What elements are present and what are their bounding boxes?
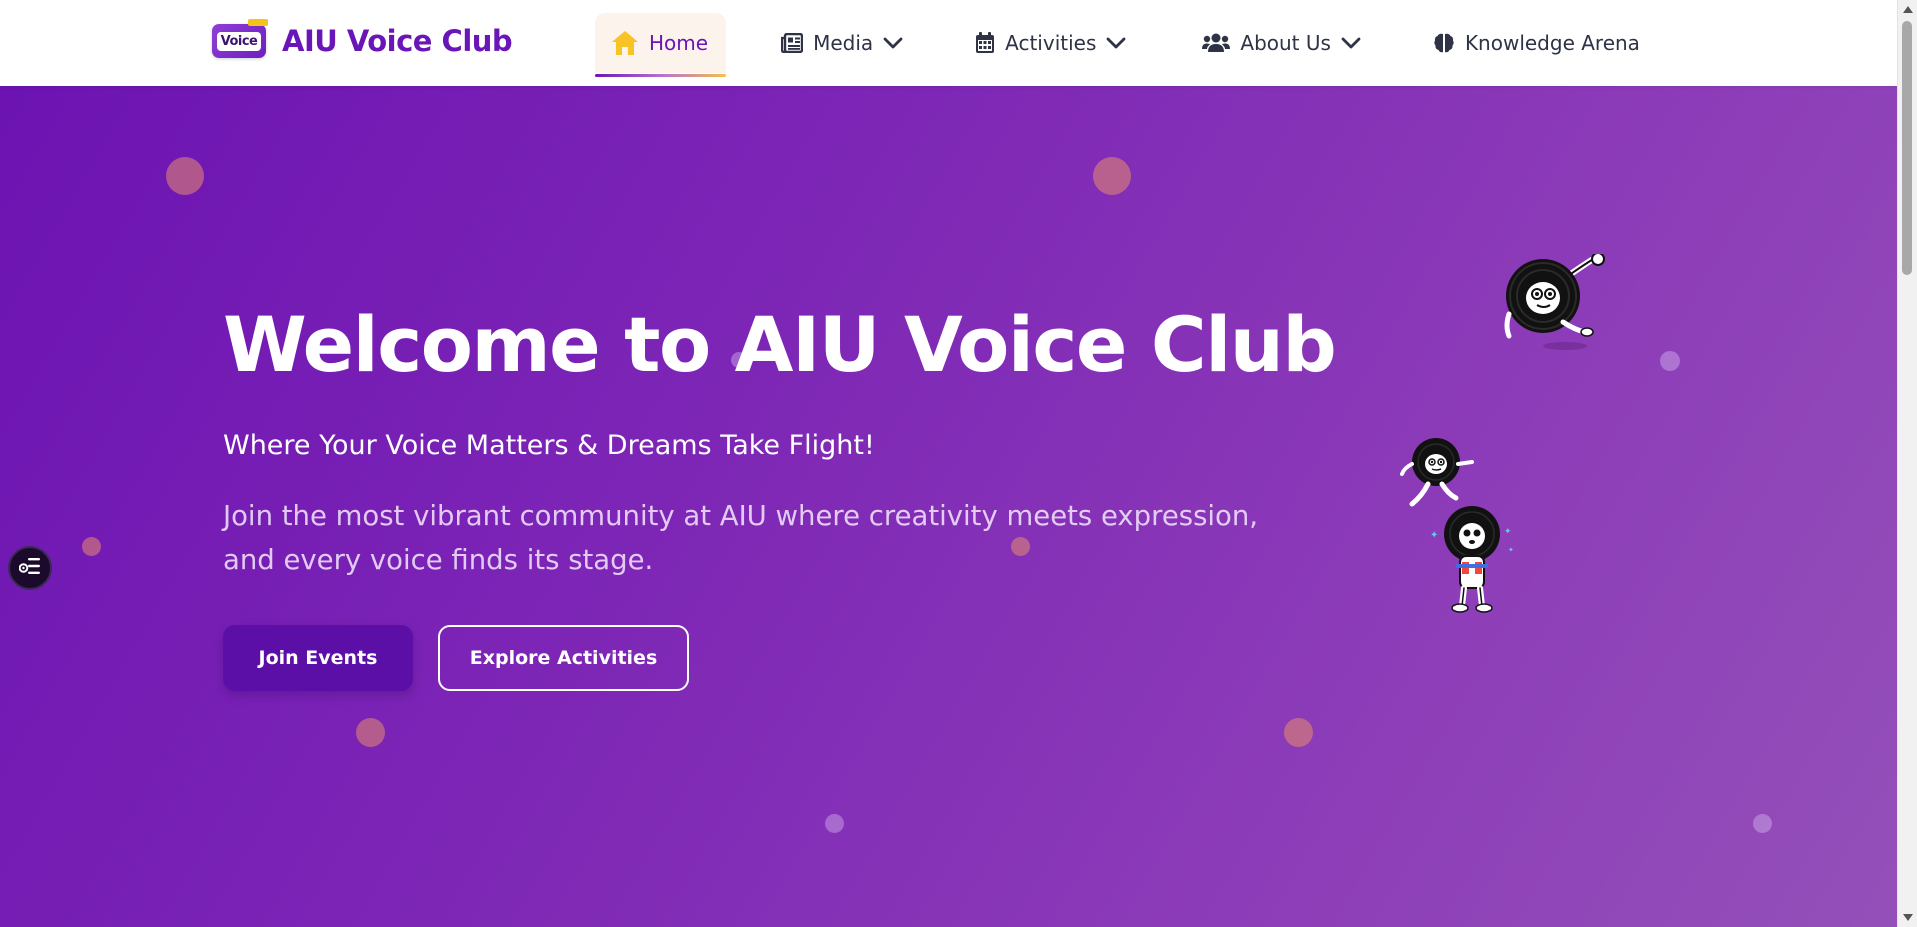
decorative-dot (1284, 718, 1313, 747)
decorative-dot (1093, 157, 1131, 195)
hero-title: Welcome to AIU Voice Club (223, 300, 1337, 389)
decorative-dot (166, 157, 204, 195)
settings-panel-toggle[interactable] (8, 546, 52, 590)
scroll-up-arrow-icon[interactable] (1903, 6, 1913, 13)
brand-name: AIU Voice Club (282, 24, 513, 58)
brand-logo: Voice (212, 19, 268, 58)
users-icon (1202, 33, 1231, 53)
nav-label-media: Media (813, 31, 874, 55)
nav-label-home: Home (649, 31, 709, 55)
page-scrollbar[interactable] (1897, 0, 1917, 927)
newspaper-icon (781, 33, 804, 53)
svg-text:✦: ✦ (1430, 530, 1438, 541)
scrollbar-thumb[interactable] (1902, 21, 1912, 275)
decorative-dot (1753, 814, 1772, 833)
hero-subtitle: Where Your Voice Matters & Dreams Take F… (223, 430, 875, 461)
chevron-down-icon (1106, 37, 1126, 49)
svg-text:✦: ✦ (1508, 546, 1514, 554)
nav-item-knowledge-arena[interactable]: Knowledge Arena (1433, 13, 1640, 73)
nav-label-activities: Activities (1005, 31, 1097, 55)
chevron-down-icon (1341, 37, 1361, 49)
nav-item-about-us[interactable]: About Us (1202, 13, 1361, 73)
hero-section: Welcome to AIU Voice Club Where Your Voi… (0, 86, 1898, 927)
home-icon (611, 30, 639, 56)
nav-item-activities[interactable]: Activities (975, 13, 1126, 73)
svg-text:✦: ✦ (1504, 527, 1512, 537)
decorative-dot (1660, 351, 1680, 371)
decorative-dot (82, 537, 101, 556)
nav-item-home[interactable]: Home (595, 13, 727, 77)
mascot-waving (1504, 254, 1605, 350)
nav-label-knowledge-arena: Knowledge Arena (1464, 31, 1640, 55)
logo-tag-shape (248, 19, 268, 26)
page: Voice AIU Voice Club Home Media Activiti… (0, 0, 1917, 927)
brain-icon (1433, 32, 1455, 54)
decorative-dot (356, 718, 385, 747)
chevron-down-icon (883, 37, 903, 49)
scroll-down-arrow-icon[interactable] (1903, 914, 1913, 921)
logo-word: Voice (216, 31, 262, 51)
nav-label-about-us: About Us (1240, 31, 1331, 55)
mascot-popcorn: ✦ ✦ ✦ (1430, 506, 1514, 613)
join-events-button[interactable]: Join Events (223, 625, 413, 691)
nav-menu: Home Media Activities About Us Knowledge… (595, 10, 1640, 77)
explore-activities-button[interactable]: Explore Activities (438, 625, 689, 691)
mascot-pointing (1400, 438, 1474, 507)
hero-description: Join the most vibrant community at AIU w… (223, 500, 1259, 576)
calendar-icon (975, 32, 995, 54)
settings-panel-icon (18, 557, 41, 579)
decorative-dot (825, 814, 844, 833)
top-navbar: Voice AIU Voice Club Home Media Activiti… (0, 0, 1898, 86)
nav-item-media[interactable]: Media (781, 13, 903, 73)
brand-link[interactable]: Voice AIU Voice Club (212, 19, 513, 58)
